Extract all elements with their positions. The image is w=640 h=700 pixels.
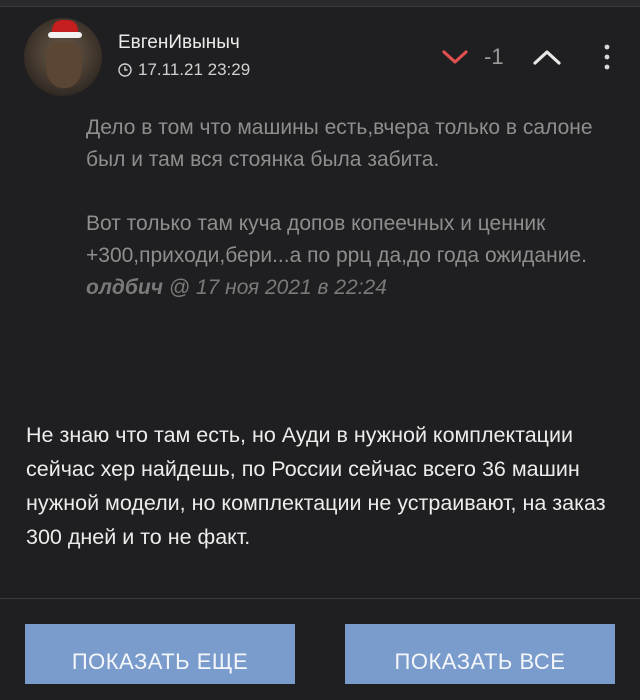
comment-date: 17.11.21 23:29 (138, 60, 251, 79)
avatar-figure (46, 42, 82, 88)
comment-date-row: 17.11.21 23:29 (118, 60, 250, 80)
quoted-comment: Дело в том что машины есть,вчера только … (86, 112, 616, 304)
quote-paragraph: Вот только там куча допов копеечных и це… (86, 212, 587, 267)
chevron-up-icon[interactable] (530, 45, 564, 69)
quote-author[interactable]: олдбич (86, 276, 163, 299)
comment-score: -1 (484, 44, 504, 69)
quote-paragraph: Дело в том что машины есть,вчера только … (86, 116, 593, 171)
avatar-hat-band (48, 32, 82, 38)
show-all-button[interactable]: ПОКАЗАТЬ ВСЕ (345, 624, 615, 684)
quote-date[interactable]: 17 ноя 2021 в 22:24 (196, 276, 387, 299)
show-more-button[interactable]: ПОКАЗАТЬ ЕЩЕ (25, 624, 295, 684)
comment-text: Не знаю что там есть, но Ауди в нужной к… (26, 423, 606, 549)
username[interactable]: ЕвгенИвыныч (118, 32, 240, 54)
chevron-down-icon[interactable] (440, 45, 470, 69)
more-vertical-icon[interactable] (600, 42, 614, 72)
top-divider (0, 0, 640, 7)
clock-icon (118, 63, 132, 77)
avatar[interactable] (24, 18, 102, 96)
quote-at-sign: @ (168, 276, 191, 299)
bottom-divider (0, 598, 640, 599)
quote-citation: олдбич @ 17 ноя 2021 в 22:24 (86, 272, 616, 304)
